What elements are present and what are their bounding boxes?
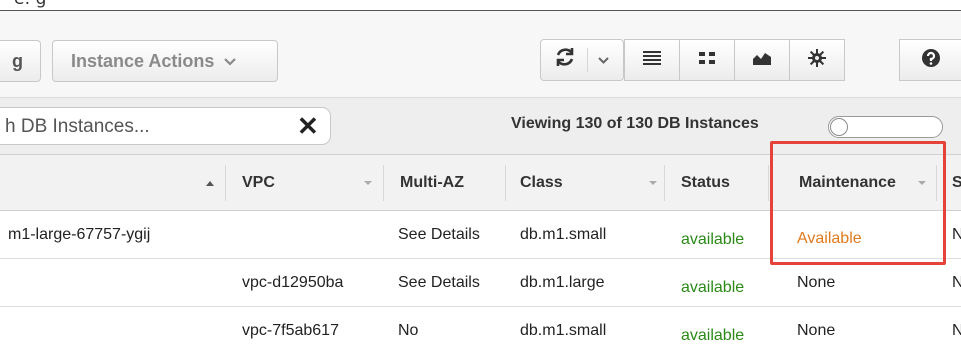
column-separator <box>664 165 665 201</box>
search-input[interactable]: h DB Instances... ✕ <box>0 107 331 145</box>
truncated-button[interactable]: g <box>0 40 41 82</box>
list-icon <box>643 50 661 71</box>
class-cell: db.m1.large <box>520 274 605 291</box>
column-separator <box>383 165 384 201</box>
instance-actions-button[interactable]: Instance Actions <box>52 40 278 82</box>
help-button[interactable] <box>899 39 961 81</box>
column-header-label: S <box>952 174 961 191</box>
status-cell: available <box>681 279 745 296</box>
truncated-cell: N <box>952 226 961 243</box>
column-header-label: Multi-AZ <box>400 174 464 191</box>
viewing-count-text: Viewing 130 of 130 DB Instances <box>511 115 759 132</box>
button-separator <box>587 48 588 72</box>
chevron-down-icon[interactable] <box>649 155 657 211</box>
close-icon[interactable]: ✕ <box>297 111 319 142</box>
column-header-vpc[interactable]: VPC <box>242 155 275 211</box>
refresh-button[interactable] <box>540 39 624 81</box>
column-separator <box>505 165 506 201</box>
column-header-status[interactable]: Status <box>681 155 730 211</box>
truncated-cell: N <box>952 322 961 339</box>
monitoring-button[interactable] <box>734 39 790 81</box>
column-separator <box>768 165 769 201</box>
help-icon <box>921 48 941 73</box>
settings-button[interactable] <box>789 39 845 81</box>
table-row[interactable]: vpc-d12950ba See Details db.m1.large ava… <box>0 259 961 307</box>
sort-ascending-icon[interactable] <box>205 155 215 211</box>
class-cell: db.m1.small <box>520 226 607 243</box>
vpc-cell: vpc-d12950ba <box>242 274 344 291</box>
column-header-label: Class <box>520 174 563 191</box>
search-input-value: h DB Instances... <box>5 116 150 137</box>
column-header-label: Status <box>681 174 730 191</box>
chevron-down-icon[interactable] <box>364 155 372 211</box>
grid-icon <box>698 51 716 70</box>
toolbar: g Instance Actions <box>0 11 961 97</box>
column-header-multi-az[interactable]: Multi-AZ <box>400 155 464 211</box>
column-separator <box>225 165 226 201</box>
status-cell: available <box>681 231 745 248</box>
table-row[interactable]: vpc-7f5ab617 No db.m1.small available No… <box>0 307 961 354</box>
column-header-label: VPC <box>242 174 275 191</box>
toggle-knob[interactable] <box>830 118 848 136</box>
gear-icon <box>808 48 826 72</box>
truncated-button-label: g <box>12 50 23 71</box>
maintenance-cell: None <box>797 322 836 339</box>
list-view-button[interactable] <box>624 39 680 81</box>
status-cell: available <box>681 327 745 344</box>
column-header-class[interactable]: Class <box>520 155 563 211</box>
maintenance-highlight-box <box>770 141 946 265</box>
chevron-down-icon[interactable] <box>598 53 609 67</box>
chart-icon <box>752 50 772 71</box>
multi-az-cell[interactable]: See Details <box>398 259 480 307</box>
top-strip: e: g <box>0 0 961 10</box>
grid-view-button[interactable] <box>679 39 735 81</box>
chevron-down-icon <box>224 54 237 69</box>
db-instance-name[interactable]: m1-large-67757-ygij <box>8 211 150 259</box>
instance-actions-label: Instance Actions <box>71 50 215 71</box>
maintenance-cell: None <box>797 274 836 291</box>
vpc-cell: vpc-7f5ab617 <box>242 322 339 339</box>
multi-az-cell: No <box>398 322 419 339</box>
refresh-icon <box>553 45 577 76</box>
top-cut-text: e: g <box>14 0 46 9</box>
truncated-cell: N <box>952 274 961 291</box>
class-cell: db.m1.small <box>520 322 607 339</box>
multi-az-cell[interactable]: See Details <box>398 211 480 259</box>
toggle-switch[interactable] <box>828 116 943 138</box>
column-header-truncated[interactable]: S <box>952 155 961 211</box>
